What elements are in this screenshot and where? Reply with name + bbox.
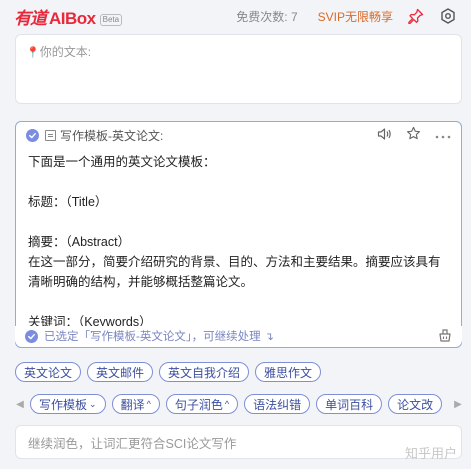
- chip-english-paper[interactable]: 英文论文: [15, 362, 82, 382]
- selected-template-text: 已选定「写作模板-英文论文」，可继续处理: [44, 331, 261, 343]
- clear-icon[interactable]: [438, 328, 452, 345]
- result-content: 下面是一个通用的英文论文模板： 标题：（Title） 摘要：（Abstract）…: [16, 148, 461, 332]
- followup-placeholder: 继续润色，让词汇更符合SCI论文写作: [28, 436, 237, 451]
- chip-writing-template[interactable]: 写作模板 ⌄: [30, 394, 106, 414]
- chip-grammar[interactable]: 语法纠错: [244, 394, 311, 414]
- chip-translate[interactable]: 翻译 ^: [111, 394, 160, 414]
- chip-english-intro[interactable]: 英文自我介绍: [159, 362, 250, 382]
- scroll-left-icon[interactable]: ◀: [14, 399, 26, 410]
- result-line: 在这一部分，简要介绍研究的背景、目的、方法和主要结果。摘要应该具有清晰明确的结构…: [28, 255, 441, 289]
- chevron-up-icon: ^: [224, 399, 230, 409]
- watermark: 知乎用户: [404, 446, 457, 461]
- continue-arrow-icon: ↴: [264, 330, 274, 343]
- result-card: 写作模板-英文论文: 下面是一个通用的英文论文模板： 标题：（Title） 摘要…: [15, 121, 462, 348]
- chip-vocab[interactable]: 单词百科: [316, 394, 383, 414]
- scroll-right-icon[interactable]: ▶: [452, 399, 464, 410]
- location-pin-icon: 📍: [26, 47, 40, 59]
- chip-label: 写作模板: [39, 397, 88, 412]
- check-circle-icon: [26, 128, 39, 142]
- check-circle-icon: [25, 329, 38, 343]
- svip-link[interactable]: SVIP无限畅享: [318, 8, 393, 25]
- result-line: 下面是一个通用的英文论文模板：: [28, 155, 216, 169]
- chip-label: 句子润色: [174, 397, 223, 412]
- star-icon[interactable]: [406, 126, 421, 144]
- result-title: 写作模板-英文论文:: [60, 128, 164, 143]
- chip-english-email[interactable]: 英文邮件: [87, 362, 154, 382]
- function-chips-bar: ◀ 写作模板 ⌄ 翻译 ^ 句子润色 ^ 语法纠错 单词百科 论文改 ▶: [14, 394, 464, 414]
- chip-paper-edit[interactable]: 论文改: [388, 394, 443, 414]
- text-input-placeholder: 你的文本:: [39, 45, 92, 59]
- chevron-up-icon: ^: [146, 399, 151, 409]
- beta-badge: Beta: [99, 13, 123, 26]
- result-line: 标题：（Title）: [28, 195, 108, 209]
- template-chips: 英文论文 英文邮件 英文自我介绍 雅思作文: [15, 362, 322, 382]
- text-input-area[interactable]: 📍你的文本:: [15, 34, 462, 104]
- logo-youdao: 有道: [14, 8, 47, 28]
- followup-input[interactable]: 继续润色，让词汇更符合SCI论文写作: [15, 425, 462, 459]
- app-header: 有道 AIBox Beta 免费次数: 7 SVIP无限畅享: [0, 0, 471, 32]
- pin-icon[interactable]: [407, 7, 425, 25]
- logo-aibox: AIBox: [49, 8, 96, 28]
- chip-ielts-essay[interactable]: 雅思作文: [255, 362, 322, 382]
- result-card-header: 写作模板-英文论文:: [16, 122, 461, 148]
- more-icon[interactable]: [435, 128, 451, 142]
- chip-label: 翻译: [120, 397, 145, 412]
- app-logo: 有道 AIBox Beta: [14, 4, 123, 29]
- document-icon: [45, 129, 56, 141]
- speaker-icon[interactable]: [377, 127, 392, 144]
- chevron-down-icon: ⌄: [89, 398, 97, 409]
- settings-icon[interactable]: [439, 7, 457, 25]
- result-line: 摘要：（Abstract）: [28, 235, 131, 249]
- free-count: 免费次数: 7: [236, 9, 298, 24]
- chip-polish[interactable]: 句子润色 ^: [165, 394, 239, 414]
- result-footer: 已选定「写作模板-英文论文」，可继续处理 ↴: [15, 326, 462, 346]
